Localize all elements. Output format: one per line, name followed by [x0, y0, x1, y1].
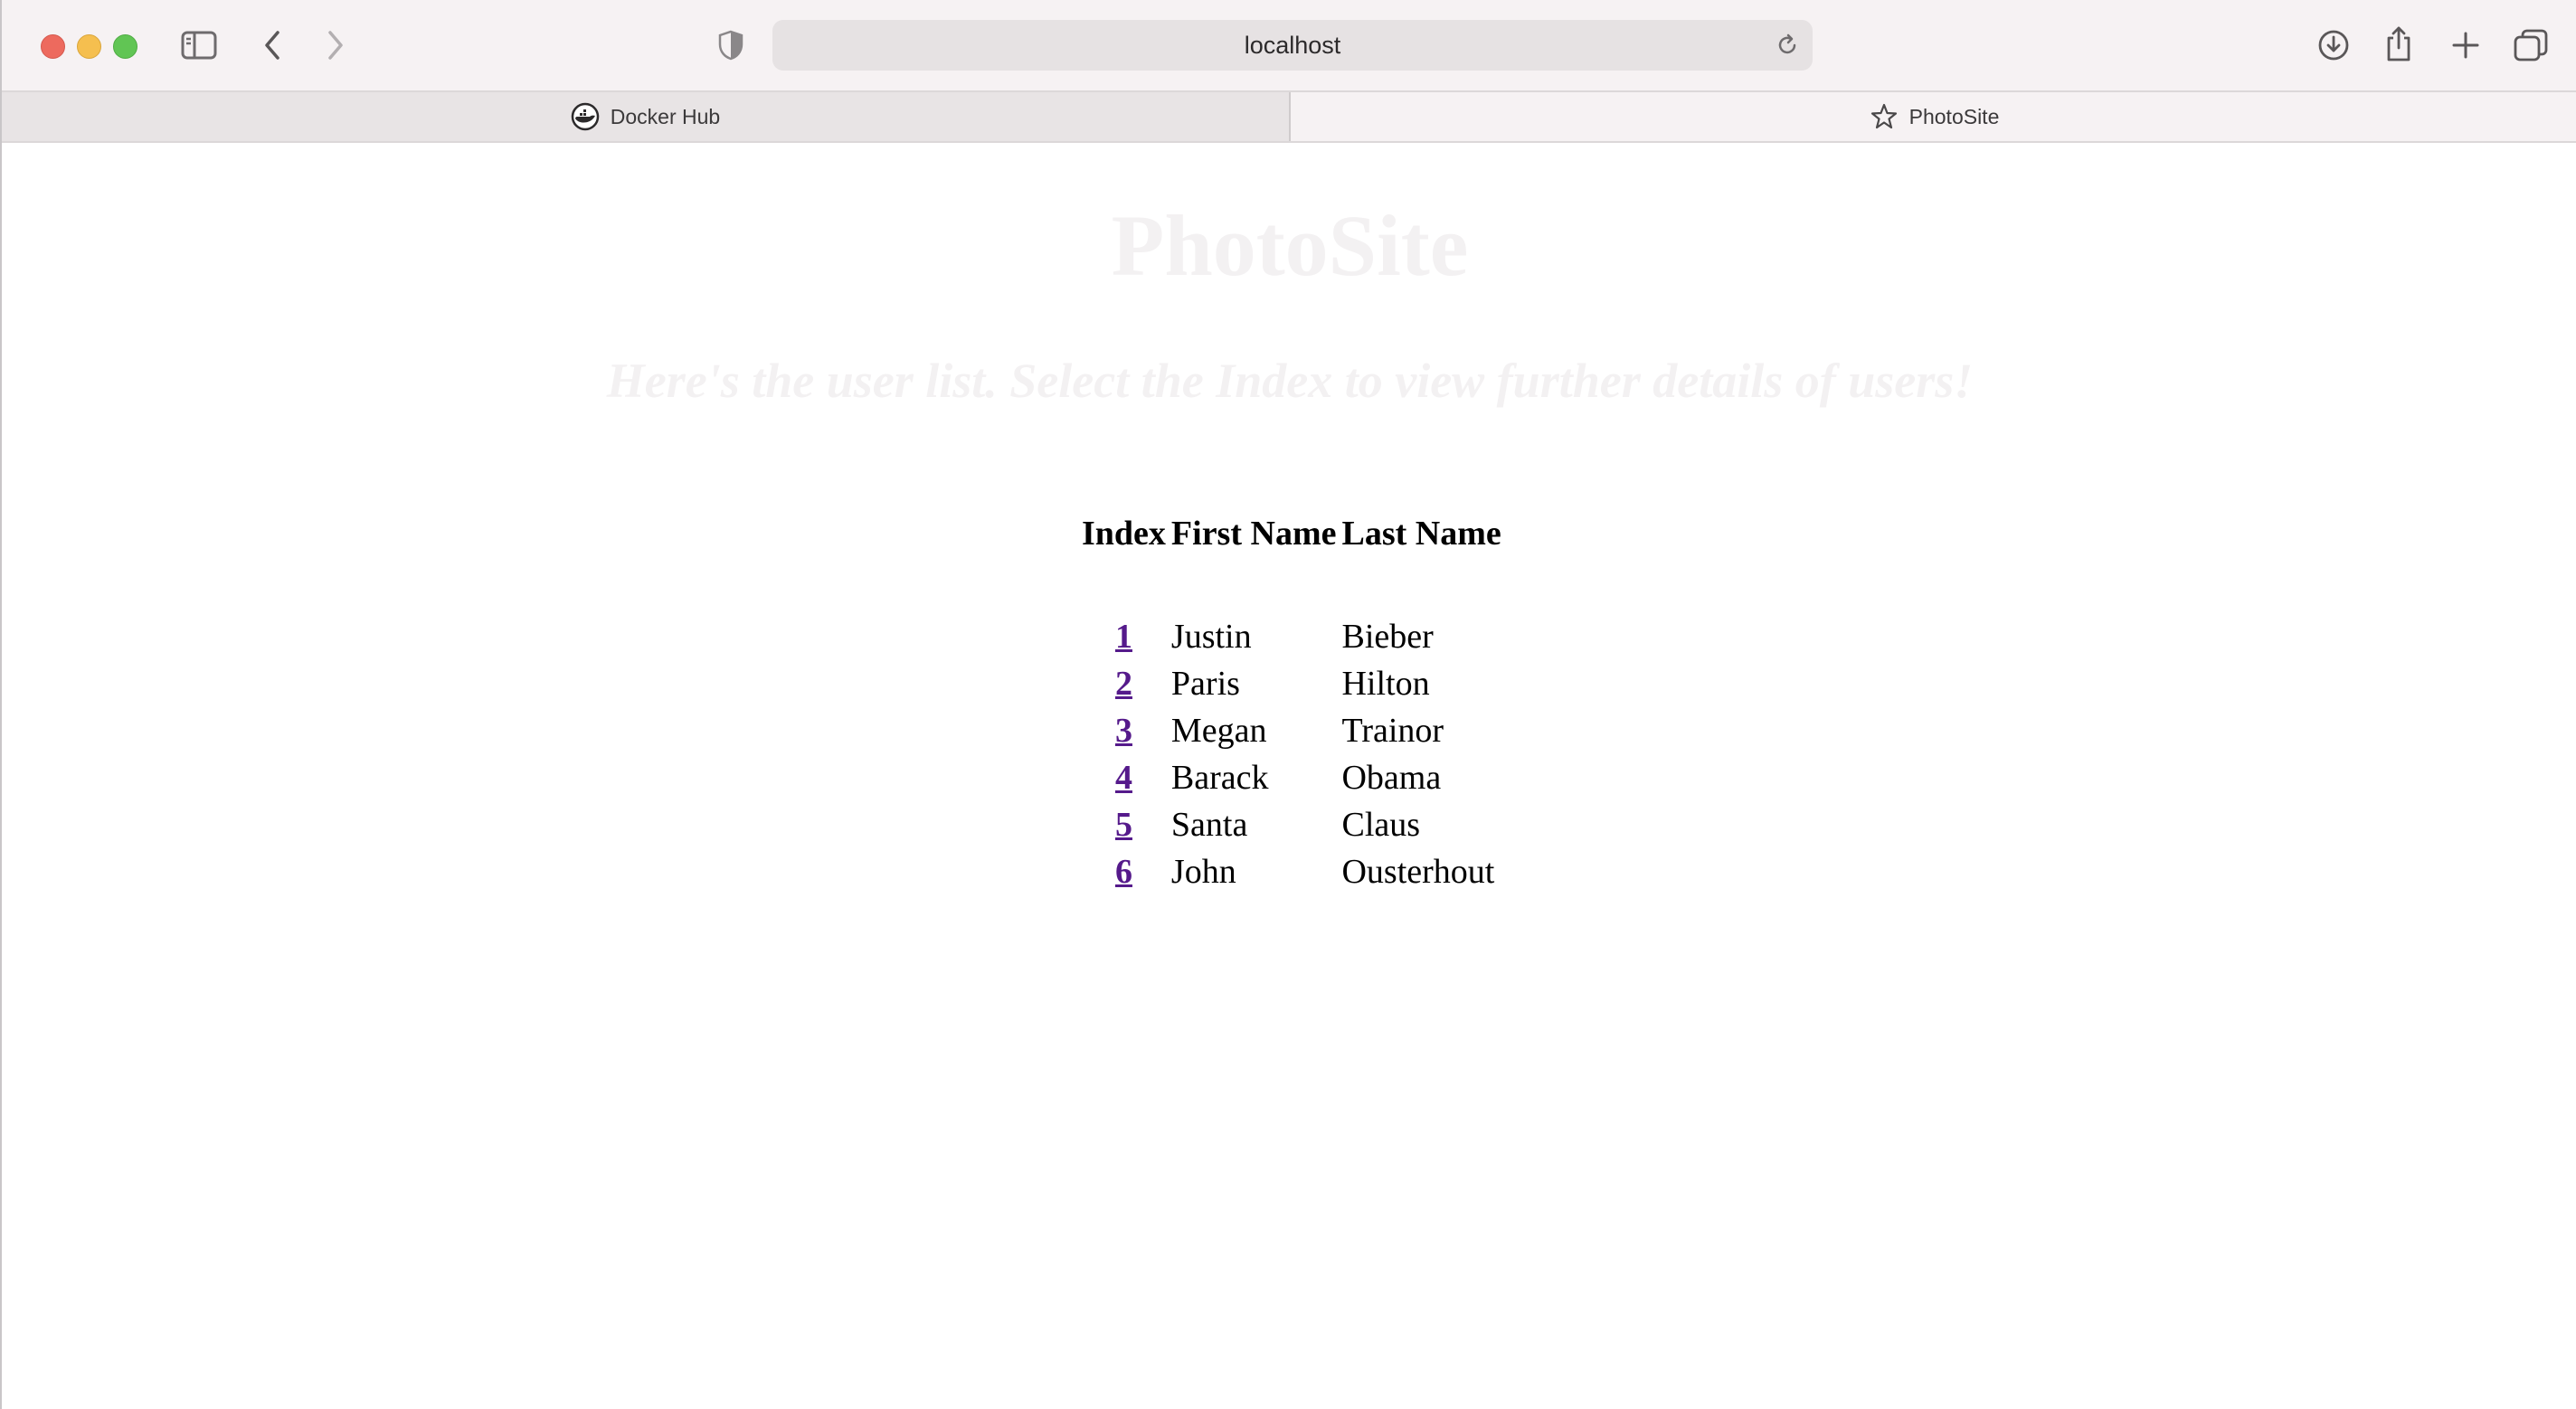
table-header-row: Index First Name Last Name	[1082, 514, 1501, 613]
user-index-link[interactable]: 2	[1115, 665, 1132, 703]
index-cell: 5	[1082, 801, 1166, 848]
page-subtitle: Here's the user list. Select the Index t…	[606, 354, 1974, 408]
index-cell: 4	[1082, 754, 1166, 801]
close-window-button[interactable]	[41, 34, 65, 59]
browser-window: localhost Docker Hub PhotoSite PhotoSite…	[0, 0, 2576, 1409]
index-cell: 6	[1082, 848, 1166, 895]
tab-label: Docker Hub	[610, 104, 721, 128]
new-tab-plus-icon[interactable]	[2448, 27, 2484, 63]
column-header-index: Index	[1082, 515, 1166, 553]
column-header-last-name: Last Name	[1341, 515, 1501, 553]
privacy-shield-icon[interactable]	[716, 29, 745, 61]
address-bar[interactable]: localhost	[772, 20, 1813, 71]
last-name-cell: Claus	[1341, 805, 1421, 844]
last-name-cell: Trainor	[1341, 711, 1444, 750]
column-header-first-name: First Name	[1170, 515, 1337, 553]
user-index-link[interactable]: 6	[1115, 853, 1132, 891]
last-name-cell: Bieber	[1341, 617, 1434, 656]
browser-toolbar: localhost	[2, 0, 2576, 90]
downloads-icon[interactable]	[2316, 27, 2352, 63]
first-name-cell: Paris	[1170, 664, 1240, 703]
first-name-cell: Barack	[1170, 758, 1269, 797]
star-icon	[1870, 102, 1899, 131]
tab-docker-hub[interactable]: Docker Hub	[2, 92, 1291, 141]
last-name-cell: Ousterhout	[1341, 852, 1495, 891]
first-name-cell: Justin	[1170, 617, 1252, 656]
table-row: 4 Barack Obama	[1082, 754, 1501, 801]
docker-icon	[571, 102, 600, 131]
index-cell: 1	[1082, 613, 1166, 660]
user-index-link[interactable]: 5	[1115, 806, 1132, 844]
table-row: 6 John Ousterhout	[1082, 848, 1501, 895]
web-page-content: PhotoSite Here's the user list. Select t…	[2, 143, 2576, 1409]
table-row: 1 Justin Bieber	[1082, 613, 1501, 660]
last-name-cell: Obama	[1341, 758, 1442, 797]
tab-bar: Docker Hub PhotoSite	[2, 90, 2576, 143]
tab-overview-icon[interactable]	[2513, 27, 2549, 63]
share-icon[interactable]	[2382, 24, 2415, 63]
last-name-cell: Hilton	[1341, 664, 1430, 703]
table-row: 5 Santa Claus	[1082, 801, 1501, 848]
minimize-window-button[interactable]	[77, 34, 101, 59]
table-row: 2 Paris Hilton	[1082, 660, 1501, 707]
first-name-cell: Santa	[1170, 805, 1248, 844]
first-name-cell: John	[1170, 852, 1236, 891]
tab-photosite[interactable]: PhotoSite	[1291, 92, 2576, 141]
user-index-link[interactable]: 3	[1115, 712, 1132, 750]
user-list-table: Index First Name Last Name 1 Justin Bieb…	[1076, 514, 1507, 895]
page-title: PhotoSite	[1111, 197, 1469, 294]
index-cell: 3	[1082, 707, 1166, 754]
tab-label: PhotoSite	[1908, 104, 2000, 128]
back-arrow-icon[interactable]	[259, 27, 286, 63]
user-index-link[interactable]: 4	[1115, 759, 1132, 797]
maximize-window-button[interactable]	[113, 34, 137, 59]
sidebar-toggle-icon[interactable]	[179, 27, 219, 63]
table-row: 3 Megan Trainor	[1082, 707, 1501, 754]
first-name-cell: Megan	[1170, 711, 1267, 750]
index-cell: 2	[1082, 660, 1166, 707]
address-bar-url: localhost	[1244, 31, 1341, 59]
user-index-link[interactable]: 1	[1115, 618, 1132, 656]
reload-icon[interactable]	[1775, 33, 1800, 58]
forward-arrow-icon[interactable]	[322, 27, 349, 63]
